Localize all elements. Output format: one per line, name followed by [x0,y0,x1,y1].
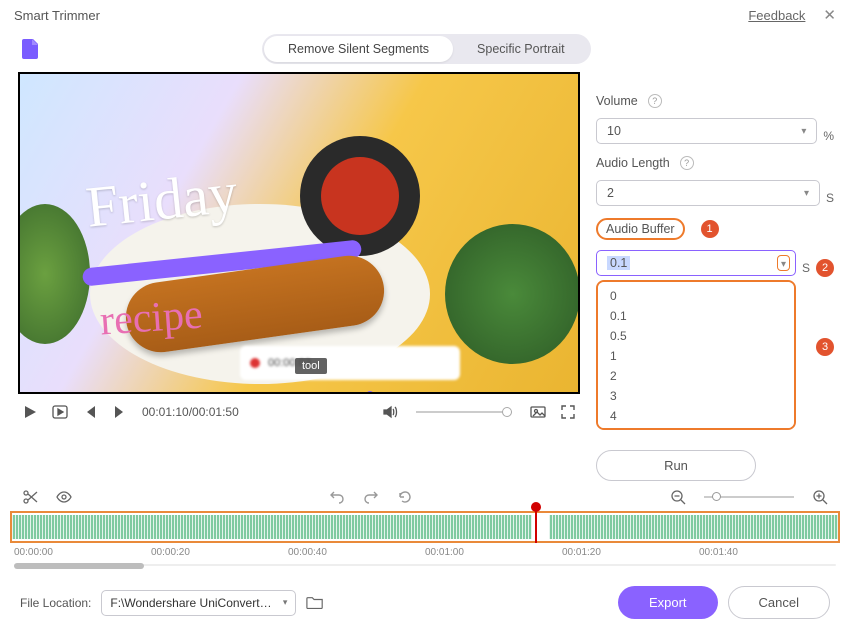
dropdown-option[interactable]: 0 [598,286,794,306]
audio-length-label: Audio Length [596,156,670,170]
playhead[interactable] [535,507,537,543]
file-location-select[interactable]: F:\Wondershare UniConverter 1 ▾ [101,590,296,616]
mode-tabs: Remove Silent Segments Specific Portrait [262,34,591,64]
tool-tag: tool [295,358,327,374]
fullscreen-icon[interactable] [560,404,576,420]
volume-label: Volume [596,94,638,108]
folder-icon[interactable] [306,595,324,611]
tab-remove-silent[interactable]: Remove Silent Segments [264,36,453,62]
zoom-out-icon[interactable] [670,489,686,505]
time-ruler: 00:00:0000:00:2000:00:4000:01:0000:01:20… [0,543,850,558]
chevron-down-icon: ▾ [781,259,786,270]
redo-icon[interactable] [363,489,379,505]
help-icon[interactable]: ? [680,156,694,170]
dropdown-option[interactable]: 3 [598,386,794,406]
annotation-badge-3: 3 [816,338,834,356]
chevron-down-icon: ▾ [801,126,806,137]
volume-icon[interactable] [382,404,398,420]
reset-icon[interactable] [397,489,413,505]
dropdown-option[interactable]: 1 [598,346,794,366]
dropdown-option[interactable]: 4 [598,406,794,426]
audio-buffer-label: Audio Buffer [596,218,685,240]
volume-unit: % [823,129,834,143]
close-icon[interactable]: ✕ [823,6,836,24]
audio-length-unit: S [826,191,834,205]
chevron-down-icon: ▾ [283,597,288,608]
cut-icon[interactable] [22,489,38,505]
audio-buffer-unit: S [802,261,810,275]
waveform-timeline[interactable] [10,511,840,543]
video-preview[interactable]: Friday recipe 00:00:03 tool [18,72,580,394]
record-strip: 00:00:03 [240,346,460,380]
undo-icon[interactable] [329,489,345,505]
feedback-link[interactable]: Feedback [748,8,805,23]
annotation-badge-1: 1 [701,220,719,238]
audio-buffer-select[interactable]: 0.1 ▾ [596,250,796,276]
overlay-text-1: Friday [84,166,240,234]
dropdown-option[interactable]: 0.1 [598,306,794,326]
audio-buffer-dropdown: 0 0.1 0.5 1 2 3 4 5 [596,280,796,430]
dropdown-option[interactable]: 5 [598,426,794,430]
add-file-icon[interactable] [18,37,42,61]
step-play-icon[interactable] [52,404,68,420]
overlay-text-2: recipe [98,290,204,345]
tab-specific-portrait[interactable]: Specific Portrait [453,36,589,62]
dropdown-option[interactable]: 0.5 [598,326,794,346]
time-display: 00:01:10/00:01:50 [142,405,239,419]
dropdown-option[interactable]: 2 [598,366,794,386]
annotation-badge-2: 2 [816,259,834,277]
chevron-down-icon: ▾ [804,188,809,199]
prev-icon[interactable] [82,404,98,420]
window-title: Smart Trimmer [14,8,100,23]
audio-length-select[interactable]: 2▾ [596,180,820,206]
zoom-in-icon[interactable] [812,489,828,505]
snapshot-icon[interactable] [530,404,546,420]
help-icon[interactable]: ? [648,94,662,108]
zoom-slider[interactable] [704,496,794,498]
cancel-button[interactable]: Cancel [728,586,830,619]
volume-select[interactable]: 10▾ [596,118,817,144]
export-button[interactable]: Export [618,586,718,619]
volume-slider[interactable] [416,411,512,413]
next-icon[interactable] [112,404,128,420]
eye-icon[interactable] [56,489,72,505]
horizontal-scrollbar[interactable] [14,564,836,566]
run-button[interactable]: Run [596,450,756,481]
file-location-label: File Location: [20,596,91,610]
play-icon[interactable] [22,404,38,420]
